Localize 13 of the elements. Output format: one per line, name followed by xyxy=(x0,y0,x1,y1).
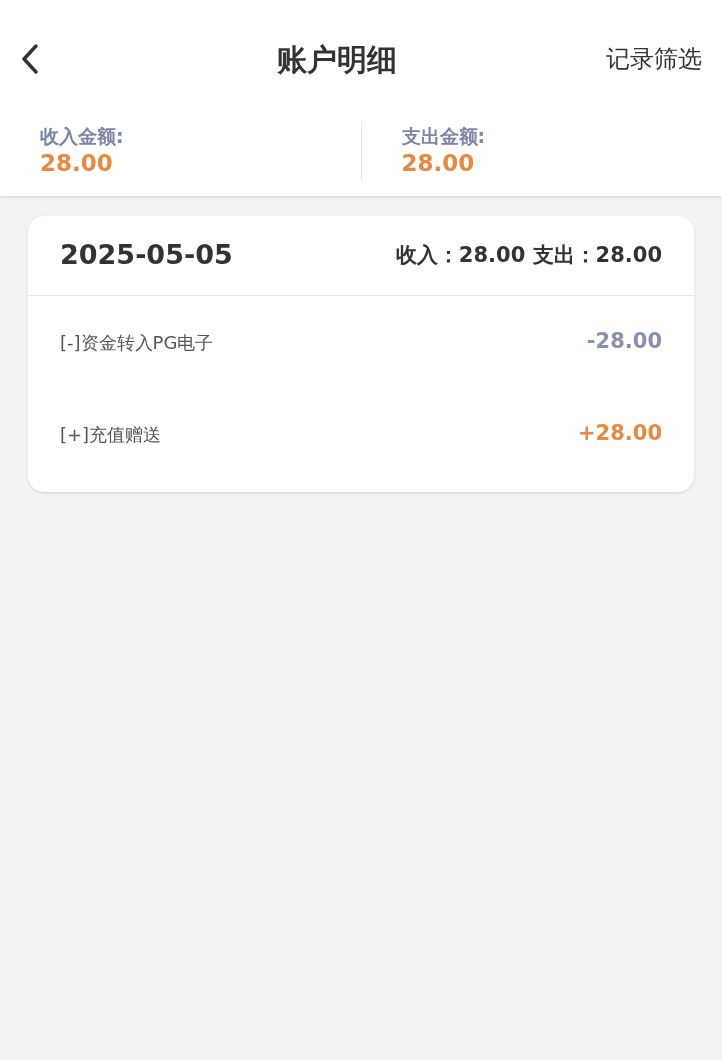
transaction-description: [+]充值赠送 xyxy=(60,422,162,447)
back-icon xyxy=(20,43,40,75)
day-totals: 收入：28.00 支出：28.00 xyxy=(395,241,662,269)
summary-amount: 28.00 xyxy=(40,148,114,178)
transaction-amount: -28.00 xyxy=(586,328,662,356)
summary-label: 支出金额: xyxy=(401,124,487,149)
day-date: 2025-05-05 xyxy=(60,238,233,273)
summary-label: 收入金额: xyxy=(40,124,125,149)
summary-amount: 28.00 xyxy=(401,148,476,178)
page-title: 账户明细 xyxy=(277,41,397,77)
transaction-description: [-]资金转入PG电子 xyxy=(60,330,214,355)
filter-button[interactable]: 记录筛选 xyxy=(606,41,702,77)
transaction-amount: +28.00 xyxy=(577,420,662,448)
